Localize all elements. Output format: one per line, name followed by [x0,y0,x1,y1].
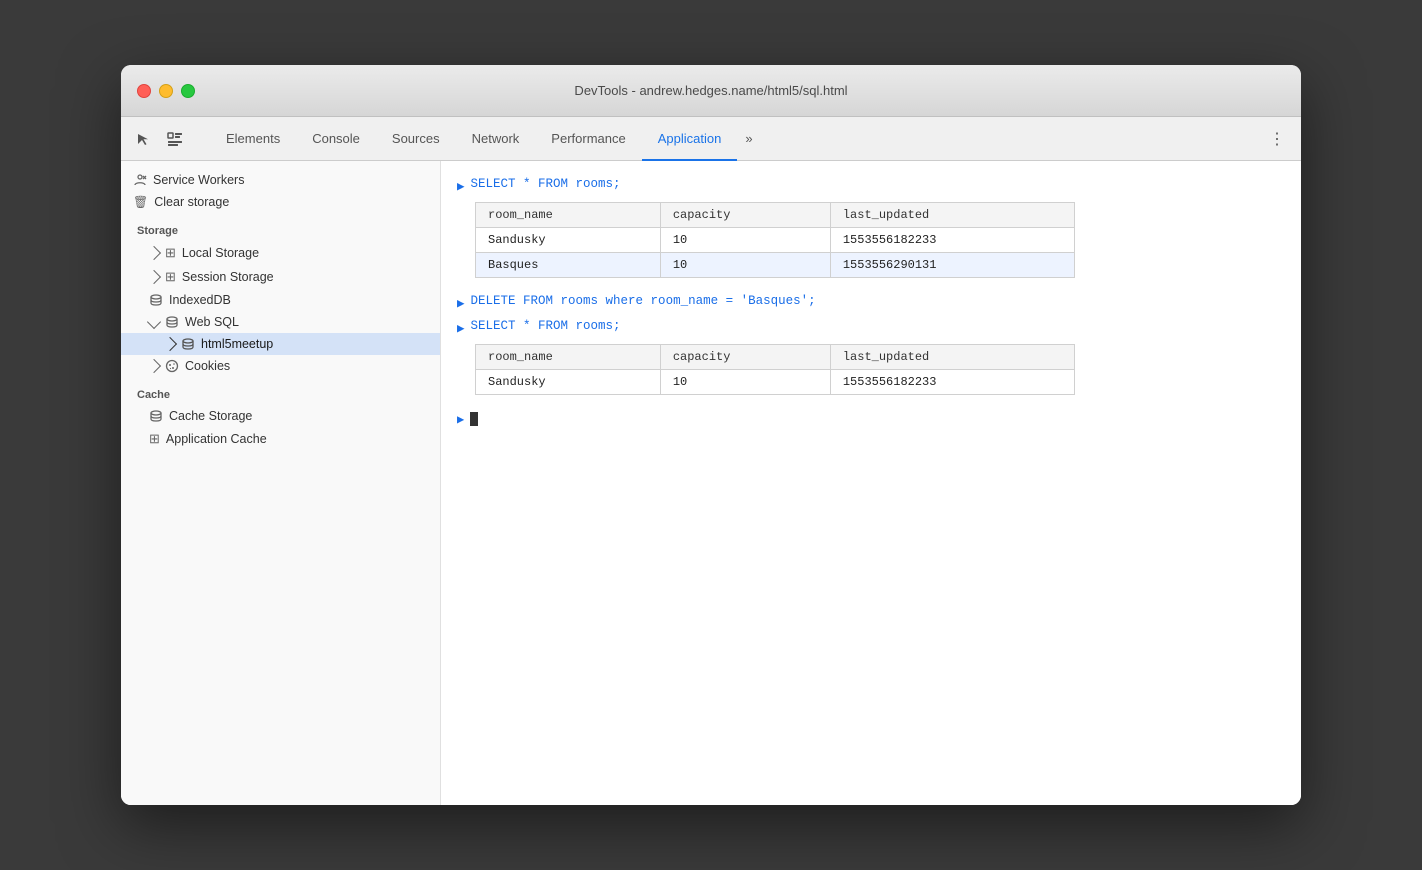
html5meetup-label: html5meetup [201,337,273,351]
service-workers-label: Service Workers [153,173,244,187]
cell-last-updated-3-1: 1553556182233 [830,370,1074,395]
cell-room-name-1-1: Sandusky [476,228,661,253]
app-cache-icon: ⊞ [149,431,160,447]
chevron-down-icon [147,315,161,329]
local-storage-icon: ⊞ [165,245,176,261]
tab-elements[interactable]: Elements [210,117,296,161]
query-3-chevron[interactable]: ▶ [457,320,465,336]
chevron-right-icon-3 [163,337,177,351]
query-2: ▶ DELETE FROM rooms where room_name = 'B… [457,294,1285,311]
tab-performance[interactable]: Performance [535,117,641,161]
sidebar-item-websql[interactable]: Web SQL [121,311,440,333]
sidebar-item-session-storage[interactable]: ⊞ Session Storage [121,265,440,289]
main-panel[interactable]: ▶ SELECT * FROM rooms; room_name capacit… [441,161,1301,805]
local-storage-label: Local Storage [182,246,259,260]
cell-capacity-1-1: 10 [660,228,830,253]
close-button[interactable] [137,84,151,98]
websql-label: Web SQL [185,315,239,329]
col-room-name-3: room_name [476,345,661,370]
sidebar-item-indexeddb[interactable]: IndexedDB [121,289,440,311]
query-1-chevron[interactable]: ▶ [457,178,465,194]
chevron-right-icon [147,246,161,260]
cache-storage-icon [149,409,163,423]
toolbar-icons [129,117,202,160]
input-line[interactable]: ▶ [457,411,1285,427]
input-prompt: ▶ [457,412,464,427]
sidebar-item-local-storage[interactable]: ⊞ Local Storage [121,241,440,265]
indexeddb-icon [149,293,163,307]
cell-capacity-1-2: 10 [660,253,830,278]
col-capacity-1: capacity [660,203,830,228]
col-room-name-1: room_name [476,203,661,228]
tab-sources[interactable]: Sources [376,117,456,161]
maximize-button[interactable] [181,84,195,98]
indexeddb-label: IndexedDB [169,293,231,307]
main-content: Service Workers 🗑 Clear storage Storage … [121,161,1301,805]
html5meetup-icon [181,337,195,351]
cursor-block [470,412,478,426]
cookies-label: Cookies [185,359,230,373]
col-last-updated-3: last_updated [830,345,1074,370]
chevron-right-icon-2 [147,270,161,284]
tab-bar: Elements Console Sources Network Perform… [121,117,1301,161]
query-3-text: SELECT * FROM rooms; [471,319,621,333]
cache-storage-label: Cache Storage [169,409,252,423]
query-3-table: room_name capacity last_updated Sandusky… [475,344,1075,395]
inspect-icon[interactable] [161,125,189,153]
websql-icon [165,315,179,329]
window-title: DevTools - andrew.hedges.name/html5/sql.… [574,83,847,98]
cookies-icon [165,359,179,373]
query-3: ▶ SELECT * FROM rooms; [457,319,1285,336]
more-tabs-button[interactable]: » [737,117,760,160]
chevron-right-icon-4 [147,359,161,373]
cell-room-name-3-1: Sandusky [476,370,661,395]
traffic-lights [137,84,195,98]
sidebar-item-cookies[interactable]: Cookies [121,355,440,377]
query-1: ▶ SELECT * FROM rooms; [457,177,1285,194]
table-row: Sandusky 10 1553556182233 [476,228,1075,253]
query-1-table: room_name capacity last_updated Sandusky… [475,202,1075,278]
sidebar-item-html5meetup[interactable]: html5meetup [121,333,440,355]
query-1-text: SELECT * FROM rooms; [471,177,621,191]
devtools-menu-button[interactable]: ⋮ [1261,117,1293,160]
table-row: Sandusky 10 1553556182233 [476,370,1075,395]
minimize-button[interactable] [159,84,173,98]
col-last-updated-1: last_updated [830,203,1074,228]
table-row: Basques 10 1553556290131 [476,253,1075,278]
session-storage-label: Session Storage [182,270,274,284]
storage-section-label: Storage [121,213,440,241]
cell-room-name-1-2: Basques [476,253,661,278]
title-bar: DevTools - andrew.hedges.name/html5/sql.… [121,65,1301,117]
tab-network[interactable]: Network [456,117,536,161]
sidebar-item-app-cache[interactable]: ⊞ Application Cache [121,427,440,451]
workers-icon [133,173,147,187]
clear-storage-label: Clear storage [154,195,229,209]
query-2-text: DELETE FROM rooms where room_name = 'Bas… [471,294,816,308]
sidebar-item-cache-storage[interactable]: Cache Storage [121,405,440,427]
tab-console[interactable]: Console [296,117,376,161]
cell-last-updated-1-1: 1553556182233 [830,228,1074,253]
sidebar: Service Workers 🗑 Clear storage Storage … [121,161,441,805]
trash-icon: 🗑 [133,195,148,209]
col-capacity-3: capacity [660,345,830,370]
app-cache-label: Application Cache [166,432,267,446]
tab-application[interactable]: Application [642,117,738,161]
cell-capacity-3-1: 10 [660,370,830,395]
sidebar-item-service-workers[interactable]: Service Workers [121,169,440,191]
devtools-window: DevTools - andrew.hedges.name/html5/sql.… [121,65,1301,805]
query-2-chevron[interactable]: ▶ [457,295,465,311]
sidebar-item-clear-storage[interactable]: 🗑 Clear storage [121,191,440,213]
cursor-icon[interactable] [129,125,157,153]
session-storage-icon: ⊞ [165,269,176,285]
cell-last-updated-1-2: 1553556290131 [830,253,1074,278]
cache-section-label: Cache [121,377,440,405]
